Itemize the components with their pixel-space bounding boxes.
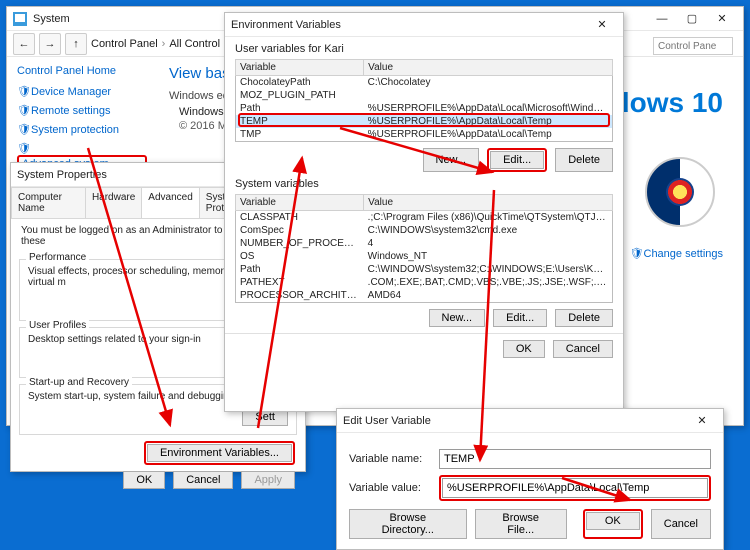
link-system-protection[interactable]: 🛡System protection <box>17 123 147 136</box>
variable-value-input[interactable] <box>442 478 708 498</box>
table-row[interactable]: TEMP%USERPROFILE%\AppData\Local\Temp <box>236 115 613 128</box>
variable-value-label: Variable value: <box>349 482 439 494</box>
control-panel-home[interactable]: Control Panel Home <box>17 65 147 77</box>
minimize-button[interactable]: — <box>647 7 677 31</box>
link-change-settings[interactable]: 🛡Change settings <box>630 247 724 260</box>
tab-computer-name[interactable]: Computer Name <box>11 187 86 218</box>
sys-delete-button[interactable]: Delete <box>555 309 613 327</box>
tab-advanced[interactable]: Advanced <box>141 187 199 218</box>
ok-button[interactable]: OK <box>503 340 545 358</box>
sys-edit-button[interactable]: Edit... <box>493 309 547 327</box>
user-new-button[interactable]: New... <box>423 148 480 172</box>
table-row[interactable]: PathC:\WINDOWS\system32;C:\WINDOWS;E:\Us… <box>236 263 613 276</box>
back-button[interactable]: ← <box>13 33 35 55</box>
browse-directory-button[interactable]: Browse Directory... <box>349 509 467 539</box>
close-button[interactable]: ✕ <box>687 409 717 433</box>
table-row[interactable]: PROCESSOR_ARCHITECTUREAMD64 <box>236 289 613 303</box>
shield-icon: 🛡 <box>630 247 640 257</box>
environment-variables-button[interactable]: Environment Variables... <box>147 444 292 462</box>
close-button[interactable]: ✕ <box>707 7 737 31</box>
table-row[interactable]: OSWindows_NT <box>236 250 613 263</box>
environment-variables-dialog: Environment Variables ✕ User variables f… <box>224 12 624 412</box>
sys-new-button[interactable]: New... <box>429 309 486 327</box>
edit-user-variable-dialog: Edit User Variable ✕ Variable name: Vari… <box>336 408 724 550</box>
user-edit-button[interactable]: Edit... <box>490 151 544 169</box>
up-button[interactable]: ↑ <box>65 33 87 55</box>
titlebar: Edit User Variable ✕ <box>337 409 723 433</box>
variable-name-label: Variable name: <box>349 453 439 465</box>
cancel-button[interactable]: Cancel <box>173 471 233 489</box>
system-icon <box>13 12 27 26</box>
shield-icon: 🛡 <box>17 123 27 133</box>
search-input[interactable] <box>653 37 733 55</box>
tab-hardware[interactable]: Hardware <box>85 187 142 218</box>
system-vars-table[interactable]: VariableValue CLASSPATH.;C:\Program File… <box>235 194 613 303</box>
user-vars-section: User variables for Kari VariableValue Ch… <box>235 43 613 172</box>
cancel-button[interactable]: Cancel <box>651 509 711 539</box>
table-row[interactable]: ComSpecC:\WINDOWS\system32\cmd.exe <box>236 224 613 237</box>
user-vars-table[interactable]: VariableValue ChocolateyPathC:\Chocolate… <box>235 59 613 142</box>
windows10-logo: dows 10 <box>613 87 723 119</box>
shield-icon: 🛡 <box>17 142 27 152</box>
table-row[interactable]: NUMBER_OF_PROCESSORS4 <box>236 237 613 250</box>
titlebar: Environment Variables ✕ <box>225 13 623 37</box>
table-row[interactable]: Path%USERPROFILE%\AppData\Local\Microsof… <box>236 102 613 115</box>
maximize-button[interactable]: ▢ <box>677 7 707 31</box>
system-vars-section: System variables VariableValue CLASSPATH… <box>235 178 613 327</box>
cancel-button[interactable]: Cancel <box>553 340 613 358</box>
shield-icon: 🛡 <box>17 85 27 95</box>
link-remote-settings[interactable]: 🛡Remote settings <box>17 104 147 117</box>
ok-button[interactable]: OK <box>586 512 640 530</box>
table-row[interactable]: MOZ_PLUGIN_PATH <box>236 89 613 102</box>
flag-badge <box>645 157 715 227</box>
link-device-manager[interactable]: 🛡Device Manager <box>17 85 147 98</box>
variable-name-input[interactable] <box>439 449 711 469</box>
shield-icon: 🛡 <box>17 104 27 114</box>
table-row[interactable]: ChocolateyPathC:\Chocolatey <box>236 76 613 90</box>
apply-button[interactable]: Apply <box>241 471 295 489</box>
title: Environment Variables <box>231 19 587 31</box>
close-button[interactable]: ✕ <box>587 13 617 37</box>
ok-button[interactable]: OK <box>123 471 165 489</box>
forward-button[interactable]: → <box>39 33 61 55</box>
table-row[interactable]: PATHEXT.COM;.EXE;.BAT;.CMD;.VBS;.VBE;.JS… <box>236 276 613 289</box>
title: Edit User Variable <box>343 415 687 427</box>
table-row[interactable]: CLASSPATH.;C:\Program Files (x86)\QuickT… <box>236 211 613 225</box>
browse-file-button[interactable]: Browse File... <box>475 509 567 539</box>
user-delete-button[interactable]: Delete <box>555 148 613 172</box>
table-row[interactable]: TMP%USERPROFILE%\AppData\Local\Temp <box>236 128 613 142</box>
